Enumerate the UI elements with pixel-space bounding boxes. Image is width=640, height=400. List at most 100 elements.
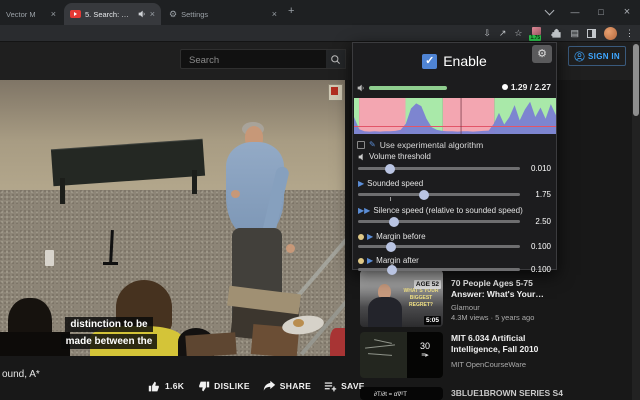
search-icon [330,54,341,65]
fire-alarm [331,87,338,95]
suggestion-thumbnail-3[interactable]: ∂T/∂t = α∇²T [360,387,443,400]
margin-before-label: ▶ Margin before [358,232,426,241]
experimental-checkbox[interactable] [357,141,365,149]
page-scrollbar-thumb[interactable] [633,44,639,116]
lecturer-hand [286,244,295,253]
table-leg [60,178,65,204]
suggestion-thumbnail-2[interactable]: 30 ≡▸ [360,332,443,378]
gear-icon: ⚙ [169,9,177,20]
slider-thumb[interactable] [419,190,429,200]
search-button[interactable] [326,49,346,69]
close-window-button[interactable]: × [614,0,640,24]
suggestion-channel[interactable]: MIT OpenCourseWare [451,360,571,369]
video-player[interactable]: distinction to be made between the [0,80,345,356]
youtube-favicon [70,10,81,18]
dot-icon [358,234,364,240]
tab-strip: Vector M × 5. Search: Optimal, Branch a … [0,0,640,25]
sounded-speed-label: ▶ Sounded speed [358,179,423,188]
jumpcutter-popup: ⚙ ✓ Enable 1.29 / 2.27 ✎ Use experimenta… [352,42,557,270]
close-tab-icon[interactable]: × [272,9,277,19]
playlist-overlay: 30 ≡▸ [407,332,443,378]
extension-speed-badge: 1.75 [529,35,541,41]
play-icon: ▶ [367,257,373,265]
sign-in-button[interactable]: SIGN IN [568,46,626,66]
video-title-fragment: ound, A* [2,369,40,380]
silence-speed-slider[interactable] [358,220,520,223]
slider-thumb[interactable] [386,242,396,252]
tab-settings[interactable]: ⚙ Settings × [163,3,283,25]
volume-meter-bar [369,86,447,90]
lecturer-hand [231,190,240,198]
slider-thumb[interactable] [389,217,399,227]
reading-list-icon[interactable]: ▤ [570,28,579,39]
new-tab-button[interactable]: + [288,5,294,17]
silence-speed-value: 2.50 [535,217,551,226]
margin-after-label: ▶ Margin after [358,256,419,265]
volume-meter-row [357,84,447,92]
like-count: 1.6K [165,381,184,391]
profile-avatar[interactable] [604,27,617,40]
speaker-icon [358,153,366,161]
coffee-cup [45,250,54,266]
caption-line: made between the [61,334,158,349]
enable-row: ✓ Enable [353,53,556,69]
tab-title: 5. Search: Optimal, Branch a [85,10,134,19]
search-input[interactable] [181,52,326,70]
margin-after-value: 0.100 [531,265,551,274]
play-icon: ▶ [358,180,364,188]
slider-thumb[interactable] [387,265,397,275]
extension-art [532,27,541,35]
browser-menu-icon[interactable]: ⋮ [625,28,634,39]
suggestion-title[interactable]: MIT 6.034 Artificial Intelligence, Fall … [451,333,563,354]
tab-youtube-video[interactable]: 5. Search: Optimal, Branch a × [64,3,161,25]
enable-checkbox[interactable]: ✓ [422,54,437,69]
timer-icon [502,84,508,90]
fast-forward-icon: ▶▶ [358,207,370,215]
close-tab-icon[interactable]: × [51,9,56,19]
suggestion-channel[interactable]: Glamour [451,303,571,312]
volume-threshold-label: Volume threshold [358,152,431,161]
time-saved-row: 1.29 / 2.27 [502,82,551,92]
pencil-icon: ✎ [369,141,376,149]
sounded-speed-value: 1.75 [535,190,551,199]
suggestion-thumbnail-1[interactable]: WHAT'S YOUR BIGGEST REGRET? AGE 52 5:05 [360,270,443,327]
download-icon[interactable]: ⇩ [483,28,491,39]
volume-threshold-slider[interactable] [358,167,520,170]
thumb-person-body [368,297,402,327]
suggestion-title[interactable]: 70 People Ages 5-75 Answer: What's Your … [451,278,563,299]
margin-before-slider[interactable] [358,245,520,248]
maximize-button[interactable]: □ [588,0,614,24]
caption-box: distinction to be made between the [48,315,170,349]
minimize-button[interactable]: — [562,0,588,24]
suggestion-title[interactable]: 3BLUE1BROWN SERIES S4 E2 [451,388,563,400]
share-page-icon[interactable]: ↗ [499,28,507,39]
caption-line: distinction to be [65,317,152,332]
like-button[interactable]: 1.6K [148,380,184,393]
experimental-label: Use experimental algorithm [380,140,483,150]
sounded-speed-slider[interactable] [358,193,520,196]
tab-audio-icon[interactable] [138,10,146,18]
bookmark-star-icon[interactable]: ☆ [514,28,522,39]
muffin [293,319,304,327]
slider-thumb[interactable] [385,164,395,174]
margin-after-slider[interactable] [358,268,520,271]
side-panel-icon[interactable] [587,29,596,38]
dislike-button[interactable]: DISLIKE [197,380,250,393]
sign-in-label: SIGN IN [588,52,620,61]
volume-chart[interactable] [354,98,556,134]
save-button[interactable]: SAVE [324,380,365,393]
thumbnail-overlay-text: WHAT'S YOUR BIGGEST REGRET? [400,288,442,309]
play-icon: ▶ [367,233,373,241]
dot-icon [358,258,364,264]
search-box[interactable] [180,49,327,69]
window-menu-button[interactable] [536,0,562,24]
tab-title: Settings [181,10,268,19]
tab-vector[interactable]: Vector M × [0,3,62,25]
jumpcutter-extension-icon[interactable]: 1.75 [530,27,543,40]
extensions-puzzle-icon[interactable] [551,28,562,39]
close-tab-icon[interactable]: × [150,9,155,19]
suggestion-meta: 4.3M views · 5 years ago [451,313,571,322]
time-readout: 1.29 / 2.27 [511,82,551,92]
share-button[interactable]: SHARE [263,380,311,393]
person-icon [574,51,585,62]
